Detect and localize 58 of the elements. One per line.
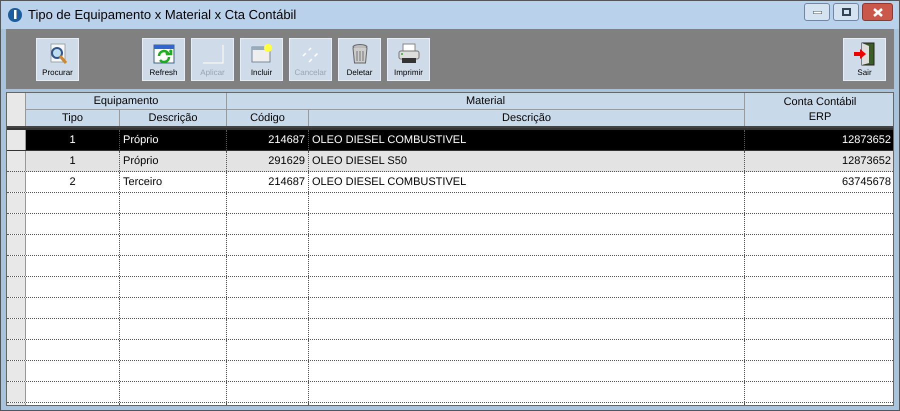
row-header[interactable]: [7, 382, 26, 402]
refresh-icon: [152, 42, 176, 66]
table-cell: Terceiro: [120, 172, 227, 192]
table-cell: 2: [26, 172, 120, 192]
table-cell: 63745678: [745, 172, 893, 192]
row-header[interactable]: [7, 214, 26, 234]
column-header[interactable]: Tipo: [26, 110, 120, 126]
row-header[interactable]: [7, 256, 26, 276]
maximize-button[interactable]: [833, 3, 859, 21]
maximize-icon: [842, 8, 850, 16]
column-group-header: Conta Contábil: [784, 94, 856, 110]
row-header[interactable]: [7, 298, 26, 318]
column-group-header: Equipamento: [26, 93, 227, 110]
table-cell: 214687: [227, 130, 309, 150]
table-cell: Próprio: [120, 151, 227, 171]
toolbar-button[interactable]: Imprimir: [387, 38, 430, 80]
exit-door-icon: [852, 42, 876, 66]
table-row[interactable]: 1 Próprio 291629 OLEO DIESEL S50 12873652: [7, 151, 893, 172]
row-header[interactable]: [7, 340, 26, 360]
table-cell: 12873652: [745, 130, 893, 150]
row-header[interactable]: [7, 151, 26, 171]
table-cell: 1: [26, 130, 120, 150]
column-group-header: Material: [227, 93, 745, 110]
table-cell: OLEO DIESEL COMBUSTIVEL: [309, 130, 745, 150]
toolbar-button[interactable]: Deletar: [338, 38, 381, 80]
column-header[interactable]: Descrição: [120, 110, 227, 126]
table-row[interactable]: 2 Terceiro 214687 OLEO DIESEL COMBUSTIVEL 63745678: [7, 172, 893, 193]
toolbar-button[interactable]: Incluir: [240, 38, 283, 80]
table-cell: 12873652: [745, 151, 893, 171]
corner-header: [7, 93, 26, 126]
row-header[interactable]: [7, 319, 26, 339]
minimize-button[interactable]: [804, 3, 830, 21]
row-header[interactable]: [7, 172, 26, 192]
table-cell: OLEO DIESEL COMBUSTIVEL: [309, 172, 745, 192]
row-header[interactable]: [7, 193, 26, 213]
row-header[interactable]: [7, 361, 26, 381]
printer-icon: [396, 42, 420, 66]
minimize-icon: [812, 10, 822, 14]
table-cell: OLEO DIESEL S50: [309, 151, 745, 171]
new-window-icon: [250, 42, 274, 66]
column-header[interactable]: Descrição: [309, 110, 745, 126]
column-header[interactable]: Código: [227, 110, 309, 126]
table-cell: Próprio: [120, 130, 227, 150]
toolbar-button[interactable]: Procurar: [36, 38, 79, 80]
window-title: Tipo de Equipamento x Material x Cta Contábil: [28, 6, 296, 24]
row-header[interactable]: [7, 235, 26, 255]
toolbar-button[interactable]: Refresh: [142, 38, 185, 80]
row-header[interactable]: [7, 277, 26, 297]
column-header[interactable]: ERP: [808, 110, 832, 124]
table-cell: 1: [26, 151, 120, 171]
close-button[interactable]: [862, 3, 893, 21]
app-logo-icon: [7, 7, 23, 23]
close-icon: [872, 8, 882, 16]
table-row[interactable]: 1 Próprio 214687 OLEO DIESEL COMBUSTIVEL 12873652: [7, 128, 893, 151]
toolbar-button[interactable]: Sair: [843, 38, 886, 80]
table-cell: 214687: [227, 172, 309, 192]
table-cell: 291629: [227, 151, 309, 171]
row-header[interactable]: [7, 130, 26, 150]
